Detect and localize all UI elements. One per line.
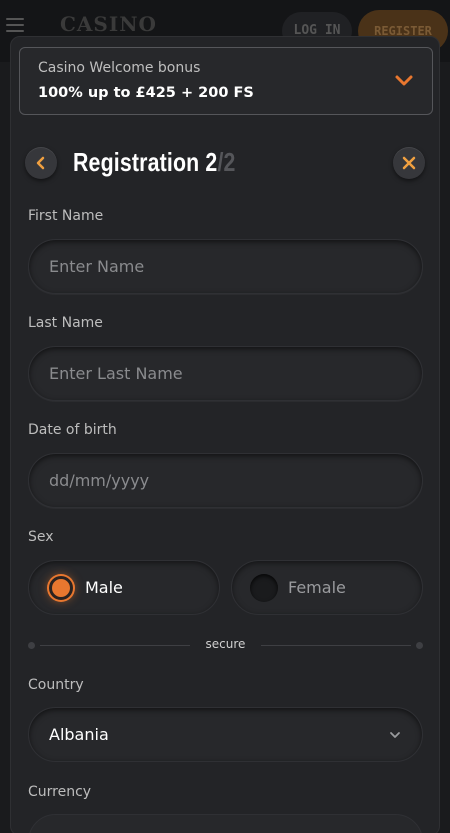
sex-option-female[interactable]: Female (231, 560, 423, 615)
radio-selected-icon (49, 576, 73, 600)
close-icon (402, 156, 416, 170)
country-label: Country (28, 677, 84, 693)
registration-header: Registration 2/2 (11, 135, 439, 193)
secure-divider: secure (28, 637, 423, 653)
radio-unselected-icon (250, 574, 278, 602)
registration-modal: Casino Welcome bonus 100% up to £425 + 2… (10, 36, 440, 833)
male-label: Male (85, 578, 123, 597)
first-name-field[interactable] (28, 239, 423, 294)
currency-select[interactable] (28, 814, 423, 833)
secure-text: secure (205, 637, 246, 651)
dob-label: Date of birth (28, 422, 117, 438)
country-select[interactable]: Albania (28, 707, 423, 762)
site-logo[interactable]: CASINO (60, 12, 157, 36)
bonus-offer: 100% up to £425 + 200 FS (38, 85, 254, 101)
sex-option-male[interactable]: Male (28, 560, 220, 615)
first-name-label: First Name (28, 208, 104, 224)
last-name-field[interactable] (28, 346, 423, 401)
bonus-selector[interactable]: Casino Welcome bonus 100% up to £425 + 2… (19, 47, 433, 115)
chevron-down-icon (390, 732, 400, 738)
currency-label: Currency (28, 784, 92, 800)
divider-dot-icon (416, 642, 423, 649)
sex-label: Sex (28, 529, 54, 545)
dob-input[interactable] (29, 454, 422, 507)
last-name-input[interactable] (29, 347, 422, 400)
chevron-left-icon (36, 156, 45, 170)
page-title: Registration 2/2 (73, 147, 236, 177)
close-button[interactable] (393, 147, 425, 179)
first-name-input[interactable] (29, 240, 422, 293)
menu-icon[interactable] (6, 18, 28, 34)
last-name-label: Last Name (28, 315, 103, 331)
dob-field[interactable] (28, 453, 423, 508)
female-label: Female (288, 578, 346, 597)
back-button[interactable] (25, 147, 57, 179)
bonus-title: Casino Welcome bonus (38, 60, 201, 76)
chevron-down-icon[interactable] (394, 70, 414, 90)
divider-line (261, 645, 411, 646)
country-value: Albania (49, 725, 109, 744)
